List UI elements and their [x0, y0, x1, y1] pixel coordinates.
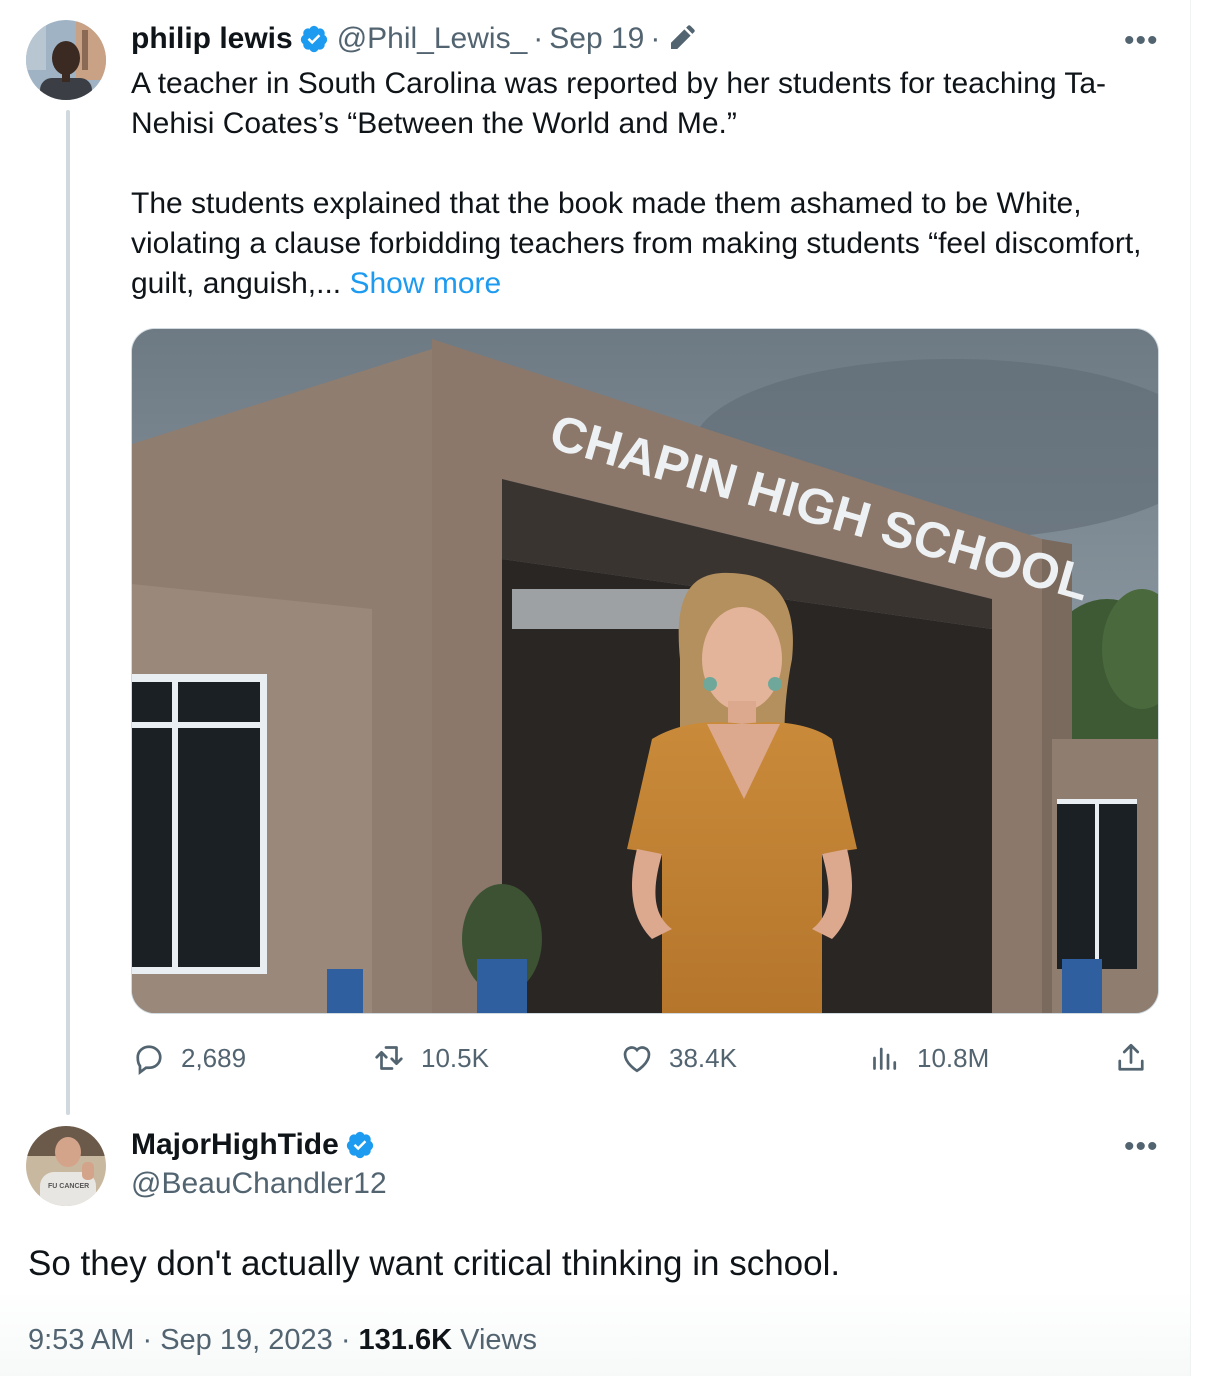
repost-button[interactable]: 10.5K [371, 1040, 489, 1076]
author-avatar[interactable] [26, 20, 106, 100]
reply-meta: 9:53 AM · Sep 19, 2023 · 131.6K Views [28, 1324, 537, 1357]
share-icon [1113, 1040, 1163, 1076]
view-count: 10.8M [917, 1042, 990, 1073]
tweet-header: philip lewis @Phil_Lewis_ · Sep 19 · [131, 22, 696, 56]
reply-views-count: 131.6K [358, 1324, 453, 1356]
repost-count: 10.5K [421, 1042, 489, 1073]
thread-connector-line [66, 110, 70, 1115]
views-button[interactable]: 10.8M [867, 1040, 989, 1076]
reply-author-name[interactable]: MajorHighTide [131, 1128, 339, 1162]
share-button[interactable] [1113, 1040, 1163, 1076]
pencil-icon[interactable] [666, 24, 696, 54]
verified-badge-icon [345, 1130, 375, 1160]
bar-chart-icon [867, 1040, 917, 1076]
tweet-body: A teacher in South Carolina was reported… [131, 64, 1161, 304]
reply-author-avatar[interactable]: FU CANCER [26, 1126, 106, 1206]
tweet-date[interactable]: Sep 19 [549, 22, 644, 56]
reply-more-options-icon[interactable]: ••• [1124, 1132, 1159, 1162]
meta-separator-2: · [340, 1324, 351, 1356]
reply-count: 2,689 [181, 1042, 247, 1073]
reply-date[interactable]: Sep 19, 2023 [160, 1324, 333, 1356]
author-handle[interactable]: @Phil_Lewis_ [337, 22, 528, 56]
tweet-media-image[interactable]: CHAPIN HIGH SCHOOL [131, 328, 1159, 1014]
reply-views-label: Views [460, 1324, 537, 1356]
repost-icon [371, 1040, 421, 1076]
timeline-border [1190, 0, 1191, 1376]
reply-button[interactable]: 2,689 [131, 1040, 246, 1076]
reply-time[interactable]: 9:53 AM [28, 1324, 134, 1356]
like-count: 38.4K [669, 1042, 737, 1073]
header-separator: · [533, 22, 544, 55]
avatar-shirt-text: FU CANCER [48, 1183, 89, 1190]
meta-separator: · [142, 1324, 153, 1356]
reply-author-handle[interactable]: @BeauChandler12 [131, 1167, 387, 1201]
tweet-paragraph-1: A teacher in South Carolina was reported… [131, 67, 1107, 140]
author-name[interactable]: philip lewis [131, 22, 293, 56]
reply-icon [131, 1040, 181, 1076]
more-options-icon[interactable]: ••• [1124, 26, 1159, 56]
verified-badge-icon [299, 24, 329, 54]
tweet-paragraph-2-text: The students explained that the book mad… [131, 187, 1142, 300]
reply-body: So they don't actually want critical thi… [28, 1244, 841, 1283]
show-more-link[interactable]: Show more [349, 267, 501, 300]
heart-icon [619, 1040, 669, 1076]
reply-header: MajorHighTide [131, 1128, 383, 1162]
tweet-action-bar: 2,689 10.5K 38.4K 10.8M [131, 1040, 1161, 1084]
header-separator-2: · [650, 22, 661, 55]
tweet-paragraph-2: The students explained that the book mad… [131, 184, 1161, 304]
like-button[interactable]: 38.4K [619, 1040, 737, 1076]
